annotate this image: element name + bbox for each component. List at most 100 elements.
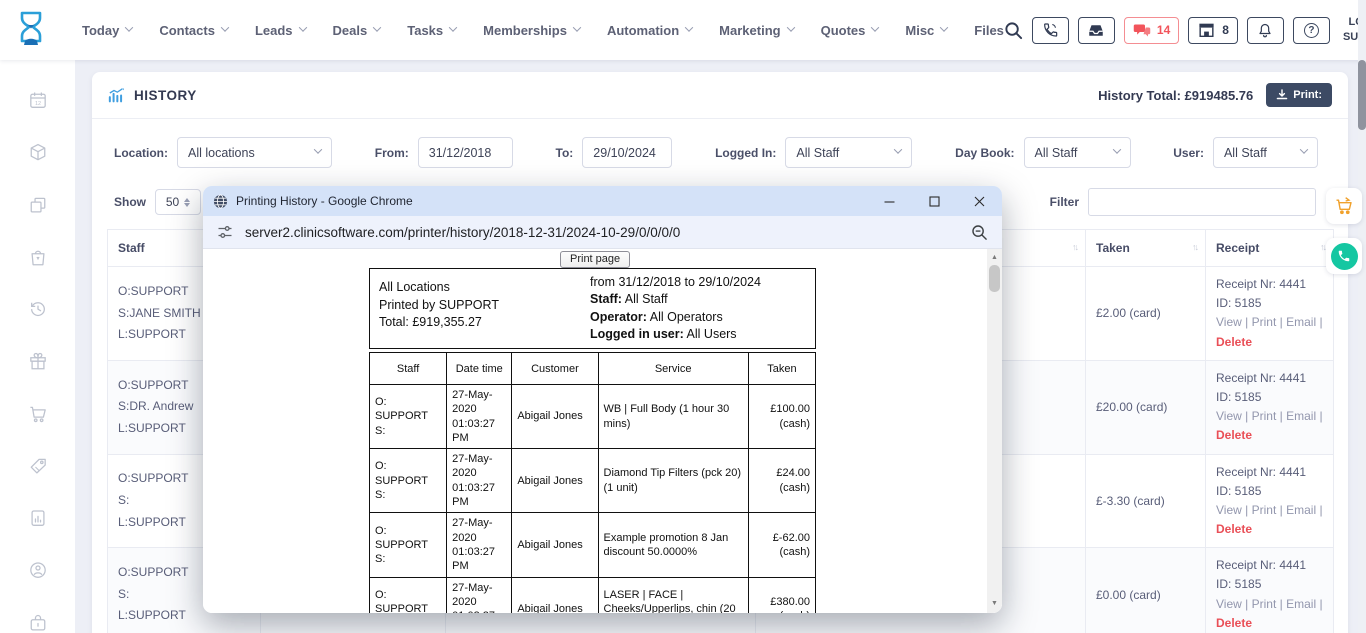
chevron-down-icon: [940, 23, 948, 31]
print-doc-table: Staff Date time Customer Service Taken O…: [369, 352, 816, 613]
popup-title-bar[interactable]: Printing History - Google Chrome: [203, 186, 1002, 216]
sort-icon: ↑↓: [1072, 242, 1077, 252]
nav-tasks-label: Tasks: [407, 23, 443, 38]
svg-text:12: 12: [34, 101, 40, 107]
filter-row: Location: All locations From: 31/12/2018…: [92, 119, 1348, 172]
column-taken[interactable]: Taken↑↓: [1086, 230, 1206, 267]
view-link[interactable]: View: [1216, 503, 1242, 517]
popup-url[interactable]: server2.clinicsoftware.com/printer/histo…: [245, 225, 959, 240]
print-preview-document: All Locations Printed by SUPPORT Total: …: [369, 268, 816, 613]
delete-link[interactable]: Delete: [1216, 333, 1323, 352]
inbox-button[interactable]: [1078, 17, 1115, 44]
case-icon[interactable]: [26, 613, 50, 633]
help-button[interactable]: ?: [1293, 17, 1330, 44]
separator: |: [1245, 409, 1248, 423]
cart-icon[interactable]: [26, 404, 50, 424]
nav-contacts[interactable]: Contacts: [159, 23, 228, 38]
nav-today[interactable]: Today: [82, 23, 132, 38]
delete-link[interactable]: Delete: [1216, 426, 1323, 445]
email-link[interactable]: Email: [1286, 409, 1316, 423]
doc-operator: Operator: All Operators: [590, 309, 811, 326]
nav-misc[interactable]: Misc: [905, 23, 947, 38]
popup-scrollbar: ▲ ▼: [987, 249, 1002, 613]
logged-in-value: All Staff: [796, 146, 839, 160]
print-link[interactable]: Print: [1252, 409, 1277, 423]
cart-icon: [1334, 196, 1354, 216]
gift-icon[interactable]: [26, 351, 50, 371]
notifications-button[interactable]: [1247, 17, 1284, 44]
nav-tasks[interactable]: Tasks: [407, 23, 456, 38]
history-panel-header: HISTORY History Total: £919485.76 Print:: [92, 72, 1348, 119]
phone-fab-button[interactable]: [1326, 238, 1362, 274]
print-button[interactable]: Print:: [1266, 83, 1332, 107]
search-icon[interactable]: [1004, 21, 1023, 40]
chat-button[interactable]: 14: [1124, 17, 1179, 44]
cart-fab-button[interactable]: [1326, 188, 1362, 224]
pos-button[interactable]: 8: [1188, 17, 1238, 44]
minimize-button[interactable]: [867, 186, 912, 216]
from-date-input[interactable]: 31/12/2018: [418, 137, 513, 168]
print-link[interactable]: Print: [1252, 315, 1277, 329]
logged-in-select[interactable]: All Staff: [785, 137, 912, 168]
download-icon: [1276, 89, 1288, 101]
target-icon[interactable]: [26, 560, 50, 580]
report-icon[interactable]: [26, 508, 50, 528]
maximize-button[interactable]: [912, 186, 957, 216]
hourglass-logo-icon: [16, 10, 46, 50]
nav-deals[interactable]: Deals: [333, 23, 381, 38]
doc-col-datetime: Date time: [447, 353, 512, 385]
scroll-up-arrow[interactable]: ▲: [987, 250, 1002, 265]
view-link[interactable]: View: [1216, 409, 1242, 423]
site-settings-icon[interactable]: [217, 224, 233, 240]
column-receipt[interactable]: Receipt↑↓: [1206, 230, 1334, 267]
phone-button[interactable]: [1032, 17, 1069, 44]
separator: |: [1280, 503, 1283, 517]
minimize-icon: [884, 196, 895, 207]
nav-leads-label: Leads: [255, 23, 293, 38]
nav-automation[interactable]: Automation: [607, 23, 692, 38]
scroll-down-arrow[interactable]: ▼: [987, 596, 1002, 611]
nav-files[interactable]: Files: [974, 23, 1004, 38]
calendar-icon[interactable]: 12: [26, 90, 50, 110]
nav-leads[interactable]: Leads: [255, 23, 306, 38]
doc-col-staff: Staff: [370, 353, 447, 385]
popup-scrollbar-thumb[interactable]: [989, 265, 1000, 292]
email-link[interactable]: Email: [1286, 315, 1316, 329]
print-link[interactable]: Print: [1252, 597, 1277, 611]
nav-deals-label: Deals: [333, 23, 368, 38]
nav-quotes[interactable]: Quotes: [821, 23, 879, 38]
user-select[interactable]: All Staff: [1213, 137, 1318, 168]
location-filter: Location: All locations: [114, 137, 332, 168]
history-icon[interactable]: [26, 299, 50, 319]
nav-memberships[interactable]: Memberships: [483, 23, 580, 38]
view-link[interactable]: View: [1216, 315, 1242, 329]
page-scrollbar-thumb[interactable]: [1358, 60, 1366, 130]
show-label: Show: [114, 195, 146, 209]
clinicsoftware-logo[interactable]: [16, 10, 46, 50]
shop-bag-icon[interactable]: [26, 247, 50, 267]
tag-icon[interactable]: [26, 456, 50, 476]
print-page-button[interactable]: Print page: [560, 251, 630, 268]
copy-icon[interactable]: [26, 195, 50, 215]
delete-link[interactable]: Delete: [1216, 614, 1323, 633]
products-icon[interactable]: [26, 142, 50, 162]
print-link[interactable]: Print: [1252, 503, 1277, 517]
filter-label: Filter: [1050, 195, 1079, 209]
show-entries-select[interactable]: 50: [155, 189, 201, 215]
zoom-out-icon[interactable]: [971, 224, 988, 241]
day-book-select[interactable]: All Staff: [1024, 137, 1131, 168]
delete-link[interactable]: Delete: [1216, 520, 1323, 539]
doc-location: All Locations: [379, 279, 584, 297]
nav-marketing[interactable]: Marketing: [719, 23, 793, 38]
location-select[interactable]: All locations: [177, 137, 332, 168]
pos-store-icon: [1197, 22, 1216, 38]
receipt-number: Receipt Nr: 4441: [1216, 463, 1323, 482]
separator: |: [1319, 503, 1322, 517]
email-link[interactable]: Email: [1286, 503, 1316, 517]
view-link[interactable]: View: [1216, 597, 1242, 611]
popup-content: Print page All Locations Printed by SUPP…: [203, 249, 1002, 613]
to-date-input[interactable]: 29/10/2024: [582, 137, 672, 168]
email-link[interactable]: Email: [1286, 597, 1316, 611]
filter-input[interactable]: [1088, 188, 1316, 216]
close-button[interactable]: [957, 186, 1002, 216]
